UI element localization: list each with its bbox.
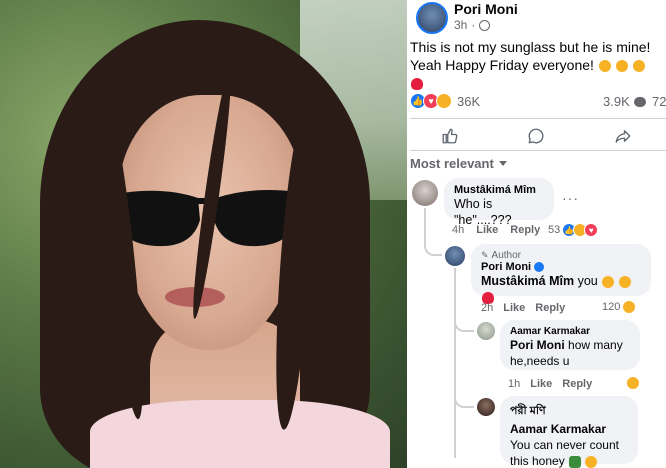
comment-footer: 4h Like Reply	[452, 224, 540, 236]
caret-down-icon	[498, 161, 507, 166]
smile-emoji-icon	[585, 455, 598, 468]
comment-text-content: You can never count this honey	[510, 438, 619, 468]
thread-connector	[454, 388, 474, 408]
commenter-name[interactable]: পরী মণি	[510, 402, 628, 421]
comment-text: Pori Moni how many he,needs u	[510, 337, 630, 369]
comment-like-button[interactable]: Like	[503, 302, 525, 314]
post-text-content: This is not my sunglass but he is mine! …	[410, 39, 651, 73]
comment-reaction-count: 120	[602, 301, 621, 313]
commenter-name[interactable]: Aamar Karmakar	[510, 326, 630, 337]
haha-reaction-icon	[622, 300, 637, 314]
commenter-avatar[interactable]	[477, 398, 495, 416]
grin-emoji-icon	[618, 275, 631, 288]
thread-line	[454, 268, 456, 458]
commenter-avatar[interactable]	[412, 180, 438, 206]
comment-like-button[interactable]: Like	[476, 224, 498, 236]
comment-button[interactable]	[516, 124, 556, 148]
share-icon	[615, 130, 631, 143]
comment-icon	[529, 128, 544, 144]
divider	[410, 150, 666, 151]
post-actions	[407, 122, 666, 150]
verified-badge-icon	[534, 262, 545, 273]
comment-reactions[interactable]: 120	[602, 300, 637, 314]
commenter-name[interactable]: Pori Moni	[481, 261, 531, 273]
sort-dropdown[interactable]: Most relevant	[410, 156, 507, 171]
author-tag-label: Author	[491, 250, 522, 261]
comment-bubble: Aamar Karmakar Pori Moni how many he,nee…	[500, 320, 640, 370]
post-panel: Pori Moni 3h · This is not my sunglass b…	[407, 0, 666, 468]
thread-connector	[424, 232, 442, 256]
smile-emoji-icon	[598, 60, 611, 73]
love-reaction-icon: ♥	[584, 223, 599, 237]
mention-link[interactable]: Mustâkimá Mîm	[481, 274, 574, 288]
author-avatar[interactable]	[416, 2, 448, 34]
comment-footer: 2h Like Reply	[481, 302, 565, 314]
author-tag: ✎ Author	[481, 250, 641, 261]
commenter-name-row: Pori Moni	[481, 261, 641, 273]
comment-reaction-count: 53	[548, 224, 561, 236]
author-name[interactable]: Pori Moni	[454, 1, 518, 17]
comment-reply-button[interactable]: Reply	[510, 224, 540, 236]
commenter-name[interactable]: Mustâkimá Mîm	[454, 184, 544, 196]
share-button[interactable]	[603, 124, 643, 148]
mention-link[interactable]: Pori Moni	[510, 338, 565, 352]
more-options-icon[interactable]: ···	[562, 190, 579, 206]
comment-bubble-icon	[633, 96, 646, 107]
like-button[interactable]	[430, 124, 470, 148]
haha-reaction-icon	[436, 93, 452, 109]
share-count[interactable]: 72	[652, 94, 666, 109]
post-time[interactable]: 3h	[454, 18, 467, 32]
comment-count[interactable]: 3.9K	[603, 94, 646, 109]
comment-text: Aamar Karmakar You can never count this …	[510, 421, 628, 468]
comment-like-button[interactable]: Like	[530, 378, 552, 390]
comment-reply-button[interactable]: Reply	[535, 302, 565, 314]
hush-emoji-icon	[632, 60, 645, 73]
money-emoji-icon	[569, 455, 582, 468]
globe-icon	[479, 19, 491, 31]
post-meta: 3h ·	[454, 18, 491, 32]
reaction-count: 36K	[457, 93, 481, 109]
comment-time[interactable]: 2h	[481, 302, 493, 314]
comment-reactions[interactable]: 53 👍 ♥	[548, 223, 599, 237]
author-reply-avatar[interactable]	[445, 246, 465, 266]
grin-emoji-icon	[615, 60, 628, 73]
comment-time[interactable]: 1h	[508, 378, 520, 390]
smile-emoji-icon	[602, 275, 615, 288]
comment-bubble: Mustâkimá Mîm Who is "he"....???	[444, 178, 554, 227]
comment-footer: 1h Like Reply	[508, 378, 592, 390]
thread-connector	[454, 312, 474, 332]
comment-count-value: 3.9K	[603, 94, 630, 109]
post-text: This is not my sunglass but he is mine! …	[410, 38, 660, 92]
divider	[410, 118, 666, 119]
meta-separator: ·	[471, 18, 476, 32]
post-photo[interactable]	[0, 0, 407, 468]
comment-bubble: ✎ Author Pori Moni Mustâkimá Mîm you	[471, 244, 651, 304]
sort-label: Most relevant	[410, 156, 494, 171]
heart-emoji-icon	[411, 78, 423, 91]
reaction-summary[interactable]: 👍 ♥ 36K	[410, 93, 480, 109]
commenter-avatar[interactable]	[477, 322, 495, 340]
comment-text-content: you	[577, 274, 598, 288]
mention-link[interactable]: Aamar Karmakar	[510, 422, 606, 436]
thumbs-up-icon	[442, 128, 458, 144]
haha-reaction-icon[interactable]	[626, 376, 640, 390]
pencil-icon: ✎	[481, 250, 489, 260]
comment-time[interactable]: 4h	[452, 224, 464, 236]
comment-reply-button[interactable]: Reply	[562, 378, 592, 390]
comment-bubble: পরী মণি Aamar Karmakar You can never cou…	[500, 396, 638, 468]
